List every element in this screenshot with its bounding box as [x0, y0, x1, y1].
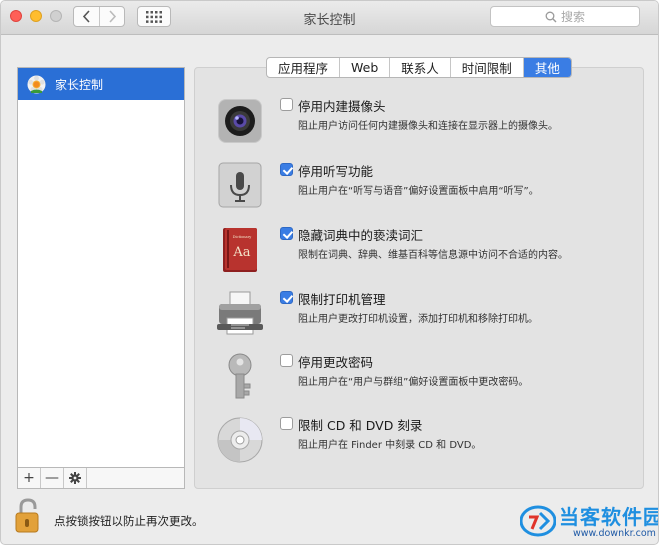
svg-text:Dictionary: Dictionary	[233, 235, 252, 239]
option-title: 停用更改密码	[298, 355, 374, 370]
disable-dictation-checkbox[interactable]	[280, 163, 293, 176]
restrict-printer-admin-checkbox[interactable]	[280, 291, 293, 304]
watermark: 当客软件园 www.downkr.com	[520, 499, 658, 543]
restrict-disc-burning-checkbox[interactable]	[280, 417, 293, 430]
option-description: 阻止用户访问任何内建摄像头和连接在显示器上的摄像头。	[298, 121, 558, 132]
user-list: 家长控制 + —	[17, 67, 185, 489]
watermark-url: www.downkr.com	[573, 528, 656, 539]
option-row: Aa Dictionary 隐藏词典中的亵渎词汇 限制在词典、辞典、维基百科等信…	[215, 225, 635, 281]
option-row: 限制打印机管理 阻止用户更改打印机设置，添加打印机和移除打印机。	[215, 289, 635, 345]
option-title: 隐藏词典中的亵渎词汇	[298, 228, 424, 243]
option-title: 限制打印机管理	[298, 292, 386, 307]
tab-web[interactable]: Web	[339, 58, 389, 77]
option-row: 停用听写功能 阻止用户在“听写与语音”偏好设置面板中启用“听写”。	[215, 161, 635, 217]
tab-contacts[interactable]: 联系人	[389, 58, 450, 77]
tab-time-limits[interactable]: 时间限制	[449, 58, 523, 77]
search-icon	[545, 11, 557, 22]
search-field[interactable]: 搜索	[490, 6, 640, 27]
preferences-window: 家长控制 搜索 家长控制 + — 应用程序 Web 联系人 时间限制 其他 停用…	[0, 0, 659, 545]
disable-password-change-checkbox[interactable]	[280, 354, 293, 367]
title-bar: 家长控制 搜索	[1, 1, 658, 35]
option-description: 限制在词典、辞典、维基百科等信息源中访问不合适的内容。	[298, 250, 568, 261]
sidebar-item-label: 家长控制	[55, 77, 104, 92]
dictionary-icon: Aa Dictionary	[223, 228, 257, 272]
option-title: 停用听写功能	[298, 164, 374, 179]
printer-icon	[217, 291, 263, 335]
unlocked-padlock-icon[interactable]	[13, 498, 45, 534]
lock-hint-text: 点按锁按钮以防止再次更改。	[54, 514, 204, 528]
watermark-logo-icon	[520, 505, 556, 537]
remove-user-button[interactable]: —	[41, 468, 64, 488]
action-menu-button[interactable]	[64, 468, 87, 488]
cd-icon	[217, 417, 263, 463]
tab-other[interactable]: 其他	[522, 58, 571, 77]
option-description: 阻止用户在 Finder 中刻录 CD 和 DVD。	[298, 440, 482, 451]
watermark-title: 当客软件园	[559, 505, 659, 529]
tab-apps[interactable]: 应用程序	[267, 58, 339, 77]
option-row: 停用内建摄像头 阻止用户访问任何内建摄像头和连接在显示器上的摄像头。	[215, 96, 635, 152]
user-list-toolbar: + —	[18, 467, 184, 488]
camera-icon	[218, 99, 262, 143]
disable-camera-checkbox[interactable]	[280, 98, 293, 111]
option-description: 阻止用户在“听写与语音”偏好设置面板中启用“听写”。	[298, 186, 539, 197]
option-description: 阻止用户更改打印机设置，添加打印机和移除打印机。	[298, 314, 538, 325]
tab-bar: 应用程序 Web 联系人 时间限制 其他	[266, 57, 572, 78]
add-user-button[interactable]: +	[18, 468, 41, 488]
sidebar-item-parental-controls[interactable]: 家长控制	[18, 68, 184, 100]
option-description: 阻止用户在“用户与群组”偏好设置面板中更改密码。	[298, 377, 529, 388]
microphone-icon	[218, 162, 262, 208]
option-row: 停用更改密码 阻止用户在“用户与群组”偏好设置面板中更改密码。	[215, 352, 635, 408]
gear-icon	[69, 472, 81, 484]
hide-profanity-checkbox[interactable]	[280, 227, 293, 240]
user-avatar-icon	[27, 75, 46, 93]
svg-text:Aa: Aa	[232, 245, 250, 260]
option-row: 限制 CD 和 DVD 刻录 阻止用户在 Finder 中刻录 CD 和 DVD…	[215, 415, 635, 471]
search-placeholder: 搜索	[560, 10, 585, 24]
option-title: 停用内建摄像头	[298, 99, 386, 114]
option-title: 限制 CD 和 DVD 刻录	[298, 418, 423, 433]
key-icon	[228, 353, 252, 399]
